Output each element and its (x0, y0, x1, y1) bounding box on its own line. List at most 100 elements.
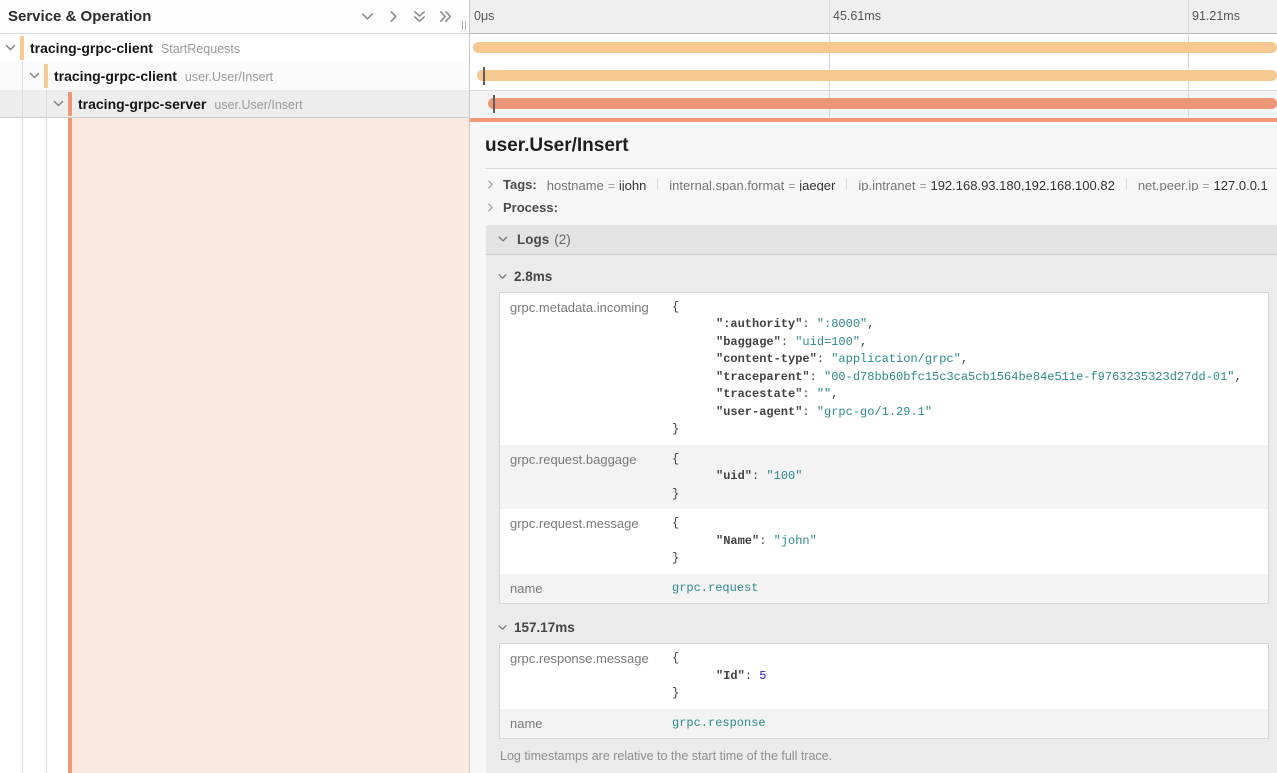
collapse-one-icon[interactable] (360, 9, 375, 24)
trace-view: Service & Operation tracing-grpc-clientS… (0, 0, 1277, 773)
tag-separator (657, 178, 658, 190)
tag-equals: = (784, 179, 799, 191)
log-timestamp: 2.8ms (514, 269, 552, 284)
span-row-label: tracing-grpc-server user.User/Insert (78, 90, 303, 119)
span-duration-bar[interactable] (473, 42, 1277, 53)
operation-name: user.User/Insert (214, 98, 302, 112)
log-field-key: grpc.request.message (510, 515, 672, 568)
operation-name: user.User/Insert (185, 70, 273, 84)
json-open-brace: { (672, 451, 802, 469)
service-name: tracing-grpc-server (78, 96, 206, 112)
service-operation-title: Service & Operation (8, 0, 151, 33)
tree-guide-line (22, 62, 23, 773)
span-tree-row[interactable]: tracing-grpc-clientStartRequests (0, 34, 469, 62)
span-bar-row[interactable] (470, 62, 1277, 90)
tag-value: 192.168.93.180,192.168.100.82 (930, 178, 1114, 191)
log-field-key: grpc.response.message (510, 650, 672, 703)
chevron-down-icon[interactable] (28, 69, 41, 82)
span-color-bar (68, 92, 72, 116)
json-string-value: "00-d78bb60bfc15c3ca5cb1564be84e511e-f97… (824, 370, 1234, 384)
collapse-all-icon[interactable] (412, 9, 427, 24)
chevron-down-icon[interactable] (4, 41, 17, 54)
tree-guide-line (46, 90, 47, 773)
tag-item: hostname=ijohn (547, 178, 647, 191)
json-close-brace: } (672, 685, 766, 703)
span-row-label: tracing-grpc-clientStartRequests (30, 34, 240, 63)
tag-separator (846, 178, 847, 190)
expand-all-icon[interactable] (438, 9, 453, 24)
log-fields-table: grpc.metadata.incoming{":authority": ":8… (499, 292, 1269, 605)
json-close-brace: } (672, 486, 802, 504)
log-field-key: name (510, 580, 672, 598)
expand-one-icon[interactable] (386, 9, 401, 24)
chevron-down-icon[interactable] (52, 97, 65, 110)
span-tree-row[interactable]: tracing-grpc-client user.User/Insert (0, 62, 469, 90)
panel-resize-grip[interactable] (462, 21, 466, 30)
selected-span-expanse (68, 118, 469, 773)
tag-equals: = (915, 179, 930, 191)
json-string-value: "100" (766, 469, 802, 483)
json-string-value: "application/grpc" (831, 352, 961, 366)
process-accordion[interactable]: Process: (485, 202, 1277, 213)
tag-equals: = (1199, 179, 1214, 191)
log-field-row: grpc.metadata.incoming{":authority": ":8… (500, 293, 1268, 445)
tags-accordion[interactable]: Tags: hostname=ijohn internal.span.format… (485, 178, 1277, 191)
logs-label: Logs (517, 232, 549, 247)
span-color-bar (44, 64, 48, 88)
log-timestamp-accordion[interactable]: 2.8ms (497, 269, 1269, 284)
json-entry: "traceparent": "00-d78bb60bfc15c3ca5cb15… (672, 369, 1242, 387)
log-field-row: grpc.request.message{"Name": "john"} (500, 509, 1268, 574)
timeline-tick-label: 45.61ms (833, 9, 881, 23)
tag-value: jaeger (799, 178, 835, 191)
span-duration-bar[interactable] (488, 98, 1277, 109)
log-field-row: namegrpc.request (500, 574, 1268, 604)
json-entry: "Id": 5 (672, 668, 766, 686)
log-field-value: grpc.response (672, 715, 766, 733)
json-string-value: "" (817, 387, 831, 401)
tag-item: ip.intranet=192.168.93.180,192.168.100.8… (858, 178, 1114, 191)
span-bar-row[interactable] (470, 90, 1277, 118)
chevron-down-icon (497, 271, 508, 282)
tag-key: net.peer.ip (1138, 178, 1199, 191)
json-number-value: 5 (759, 669, 766, 683)
json-entry: "content-type": "application/grpc", (672, 351, 1242, 369)
log-timestamp-accordion[interactable]: 157.17ms (497, 620, 1269, 635)
log-field-key: grpc.request.baggage (510, 451, 672, 504)
json-string-value: "uid=100" (795, 335, 860, 349)
title-divider (485, 168, 1277, 169)
span-tree-row[interactable]: tracing-grpc-server user.User/Insert (0, 90, 469, 118)
span-bar-row[interactable] (470, 34, 1277, 62)
logs-count: (2) (554, 232, 571, 247)
json-entry: "Name": "john" (672, 533, 817, 551)
json-key: "Name" (716, 534, 759, 548)
span-detail-panel: user.User/Insert Tags: hostname=ijohnint… (470, 122, 1277, 773)
logs-footer-note: Log timestamps are relative to the start… (500, 749, 1269, 773)
operation-name: StartRequests (161, 42, 240, 56)
logs-accordion[interactable]: Logs (2) (486, 225, 1277, 255)
json-open-brace: { (672, 650, 766, 668)
json-key: "content-type" (716, 352, 817, 366)
field-string-value: grpc.response (672, 716, 766, 730)
log-field-row: grpc.request.baggage{"uid": "100"} (500, 445, 1268, 510)
json-string-value: "grpc-go/1.29.1" (817, 405, 932, 419)
json-string-value: ":8000" (817, 317, 867, 331)
timeline-panel: 0μs45.61ms91.21ms user.User/Insert Tags:… (470, 0, 1277, 773)
tag-item: internal.span.format=jaeger (669, 178, 835, 191)
log-fields-table: grpc.response.message{"Id": 5}namegrpc.r… (499, 643, 1269, 739)
json-key: "user-agent" (716, 405, 802, 419)
tag-item: net.peer.ip=127.0.0.1 (1138, 178, 1268, 191)
json-entry: "user-agent": "grpc-go/1.29.1" (672, 404, 1242, 422)
log-field-value: {"Name": "john"} (672, 515, 817, 568)
json-close-brace: } (672, 550, 817, 568)
span-tree-panel: Service & Operation tracing-grpc-clientS… (0, 0, 470, 773)
process-label: Process: (503, 202, 558, 213)
json-entry: "baggage": "uid=100", (672, 334, 1242, 352)
span-row-label: tracing-grpc-client user.User/Insert (54, 62, 273, 91)
tags-label: Tags: (503, 178, 537, 191)
logs-section: Logs (2) 2.8ms grpc.metadata.incoming{":a… (486, 225, 1277, 773)
timeline-ruler[interactable]: 0μs45.61ms91.21ms (470, 0, 1277, 34)
span-duration-bar[interactable] (477, 70, 1277, 81)
chevron-down-icon (497, 233, 509, 245)
service-name: tracing-grpc-client (54, 68, 177, 84)
json-string-value: "john" (774, 534, 817, 548)
